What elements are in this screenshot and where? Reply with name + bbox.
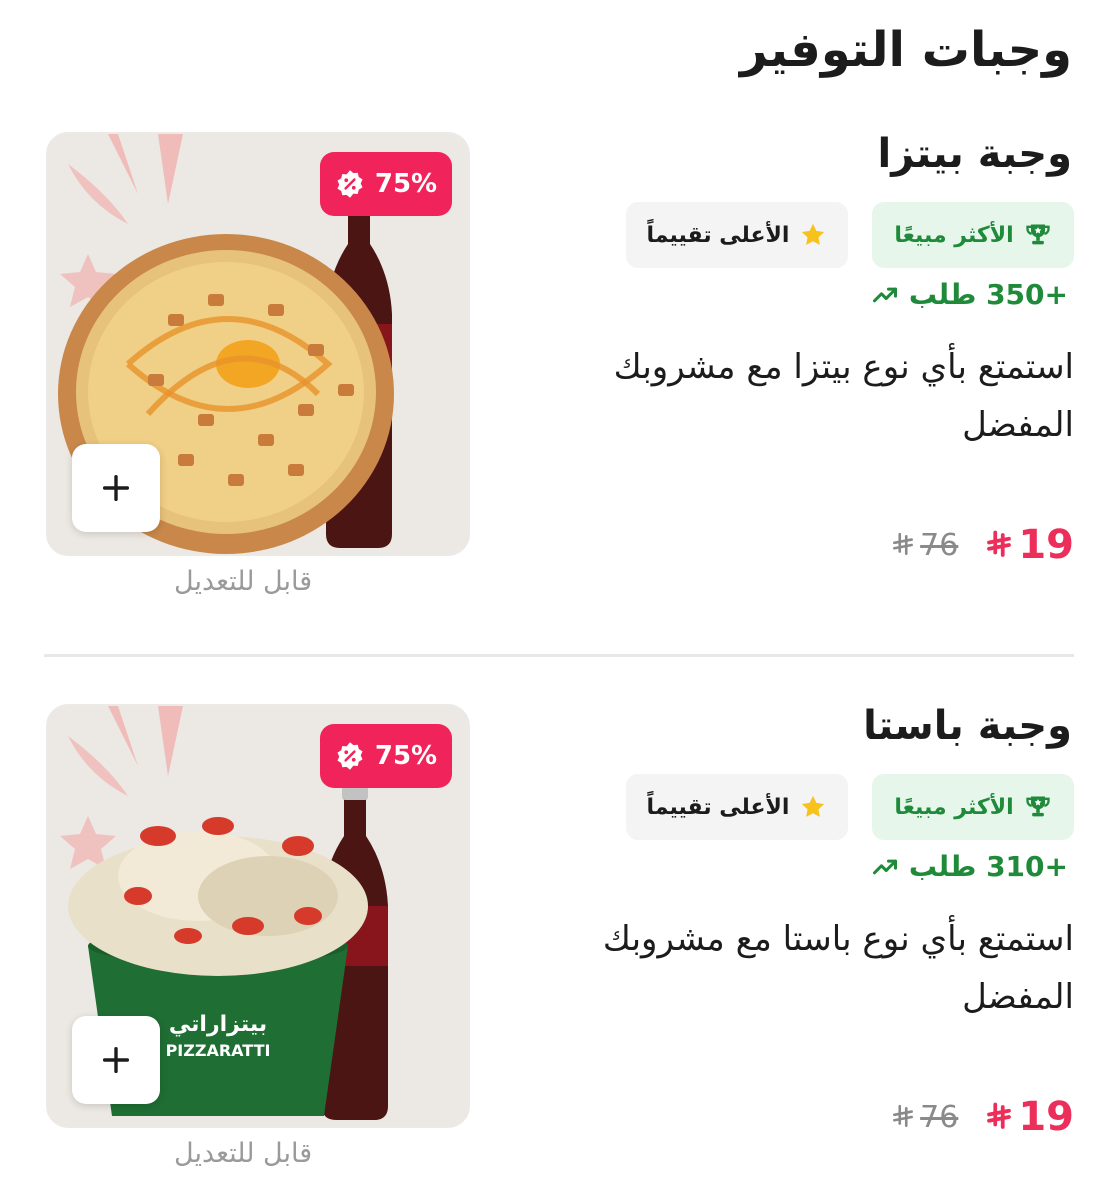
discount-badge: 75% <box>320 724 452 788</box>
trending-up-icon <box>872 859 897 874</box>
meal-image[interactable]: 75% <box>46 132 470 556</box>
trending-up-icon <box>872 287 897 302</box>
meal-image[interactable]: بيتزاراتي PIZZARATTI 75% <box>46 704 470 1128</box>
price-row: 19 76 <box>890 1094 1074 1140</box>
price-current: 19 <box>984 1094 1074 1140</box>
orders-count-text: +350 طلب <box>908 278 1068 311</box>
top-rated-badge: الأعلى تقييماً <box>626 774 848 840</box>
price-original-value: 76 <box>920 527 959 563</box>
riyal-currency-icon <box>893 532 914 555</box>
star-icon <box>802 795 825 817</box>
riyal-currency-icon <box>987 530 1012 557</box>
best-seller-label: الأكثر مبيعًا <box>894 794 1014 820</box>
price-current: 19 <box>984 522 1074 568</box>
bowl-brand-latin: PIZZARATTI <box>166 1041 271 1060</box>
meal-description: استمتع بأي نوع باستا مع مشروبك المفضل <box>602 919 1074 1017</box>
price-original-value: 76 <box>920 1099 959 1135</box>
meal-card-pizza[interactable]: وجبة بيتزا الأكثر مبيعًا الأعلى تقييماً … <box>0 118 1120 638</box>
customizable-label: قابل للتعديل <box>174 1138 313 1169</box>
meal-title: وجبة باستا <box>863 703 1072 749</box>
star-icon <box>802 223 825 245</box>
divider <box>44 654 1074 657</box>
top-rated-label: الأعلى تقييماً <box>646 222 790 248</box>
discount-badge-icon <box>337 170 363 198</box>
add-to-cart-button[interactable] <box>72 444 160 532</box>
meal-card-pasta[interactable]: وجبة باستا الأكثر مبيعًا الأعلى تقييماً … <box>0 690 1120 1200</box>
orders-count: +310 طلب <box>871 850 1068 883</box>
price-original: 76 <box>890 528 958 563</box>
discount-value: 75% <box>374 169 438 199</box>
trophy-icon <box>1025 224 1050 245</box>
price-current-value: 19 <box>1018 1094 1074 1140</box>
best-seller-label: الأكثر مبيعًا <box>894 222 1014 248</box>
trophy-icon <box>1025 796 1050 817</box>
orders-count: +350 طلب <box>871 278 1068 311</box>
discount-value: 75% <box>374 741 438 771</box>
best-seller-badge: الأكثر مبيعًا <box>872 202 1074 268</box>
bowl-brand-arabic: بيتزاراتي <box>169 1012 267 1037</box>
meal-title: وجبة بيتزا <box>877 131 1072 177</box>
plus-icon <box>102 1046 130 1074</box>
price-row: 19 76 <box>890 522 1074 568</box>
best-seller-badge: الأكثر مبيعًا <box>872 774 1074 840</box>
section-title: وجبات التوفير <box>739 22 1072 78</box>
top-rated-badge: الأعلى تقييماً <box>626 202 848 268</box>
add-to-cart-button[interactable] <box>72 1016 160 1104</box>
top-rated-label: الأعلى تقييماً <box>646 794 790 820</box>
riyal-currency-icon <box>987 1102 1012 1129</box>
discount-badge-icon <box>337 742 363 770</box>
customizable-label: قابل للتعديل <box>174 566 313 597</box>
plus-icon <box>102 474 130 502</box>
price-current-value: 19 <box>1018 522 1074 568</box>
orders-count-text: +310 طلب <box>908 850 1068 883</box>
riyal-currency-icon <box>893 1104 914 1127</box>
meal-description: استمتع بأي نوع بيتزا مع مشروبك المفضل <box>613 347 1074 445</box>
discount-badge: 75% <box>320 152 452 216</box>
price-original: 76 <box>890 1100 958 1135</box>
